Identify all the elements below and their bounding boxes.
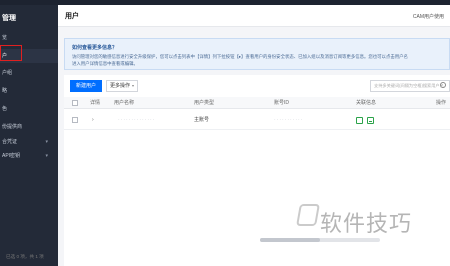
user-type: 主账号 (194, 117, 210, 123)
sidebar-item-label: 户组 (2, 70, 13, 76)
table-header: 详情 用户名称 用户类型 账号ID 关联信息 操作 (64, 97, 450, 109)
sidebar-item-policies[interactable]: 略 (0, 84, 58, 98)
search-icon (440, 82, 446, 88)
notice-line-1: 访问管理对您的敏感信息进行安全升级保护，您可以点击列表中【详情】列下拉按钮【▸】… (72, 54, 408, 59)
phone-icon (356, 117, 363, 124)
sidebar-item-label: 略 (2, 88, 8, 94)
column-header: 详情 (90, 100, 101, 106)
sidebar-item-user-groups[interactable]: 户组 (0, 66, 58, 80)
search-input[interactable]: 支持多关键词(间隔为空格)搜索用户名 (370, 80, 450, 92)
sidebar-item-credentials[interactable]: 合凭证 ▾ (0, 135, 58, 149)
watermark-logo-icon (296, 204, 320, 226)
watermark-text: 软件技巧 (320, 212, 413, 237)
row-checkbox[interactable] (72, 117, 78, 123)
column-header: 账号ID (274, 100, 290, 106)
table-row: › ·············· 主账号 ··········· (64, 110, 450, 130)
page-title: 用户 (65, 13, 79, 20)
chevron-down-icon: ▾ (45, 139, 48, 145)
highlight-box (0, 45, 22, 61)
notice-title: 如何查看更多信息？ (72, 45, 118, 51)
search-placeholder: 支持多关键词(间隔为空格)搜索用户名 (374, 83, 444, 88)
sidebar-title: 管理 (2, 15, 16, 22)
sidebar-item-label: API密钥 (2, 153, 21, 159)
cam-guide-link[interactable]: CAM用户使用 (413, 13, 444, 20)
notice-text: 访问管理对您的敏感信息进行安全升级保护，您可以点击列表中【详情】列下拉按钮【▸】… (72, 53, 447, 67)
column-header: 用户名称 (114, 100, 135, 106)
sidebar-item-identity-providers[interactable]: 份提供商 (0, 120, 58, 134)
sidebar-item-label: 览 (2, 35, 8, 41)
sidebar-item-label: 色 (2, 106, 8, 112)
page-header: 用户 CAM用户使用 (58, 5, 450, 27)
sidebar-item-overview[interactable]: 览 (0, 31, 58, 45)
selection-summary: 已选 0 项，共 1 项 (6, 254, 44, 259)
column-header: 关联信息 (356, 100, 377, 106)
sidebar-item-label: 合凭证 (2, 139, 18, 145)
user-name[interactable]: ·············· (118, 110, 155, 130)
sidebar-item-roles[interactable]: 色 (0, 102, 58, 116)
more-actions-dropdown[interactable]: 更多操作 ▾ (106, 80, 138, 92)
sidebar-item-api-keys[interactable]: API密钥 ▾ (0, 149, 58, 163)
horizontal-scrollbar[interactable] (260, 238, 380, 242)
expand-row-icon[interactable]: › (92, 110, 94, 130)
mail-icon (367, 117, 374, 124)
create-user-button[interactable]: 新建用户 (70, 80, 102, 92)
column-header: 操作 (436, 100, 447, 106)
chevron-down-icon: ▾ (45, 153, 48, 159)
notice-line-2: 进入用户详情信息中查看或编辑。 (72, 61, 138, 66)
info-notice: 如何查看更多信息？ 访问管理对您的敏感信息进行安全升级保护，您可以点击列表中【详… (64, 38, 450, 70)
column-header: 用户类型 (194, 100, 215, 106)
account-id: ··········· (274, 117, 304, 123)
sidebar-item-label: 份提供商 (2, 124, 23, 130)
more-actions-label: 更多操作 (110, 83, 131, 89)
scrollbar-thumb[interactable] (260, 238, 320, 242)
chevron-down-icon: ▾ (131, 83, 134, 88)
select-all-checkbox[interactable] (72, 100, 78, 106)
